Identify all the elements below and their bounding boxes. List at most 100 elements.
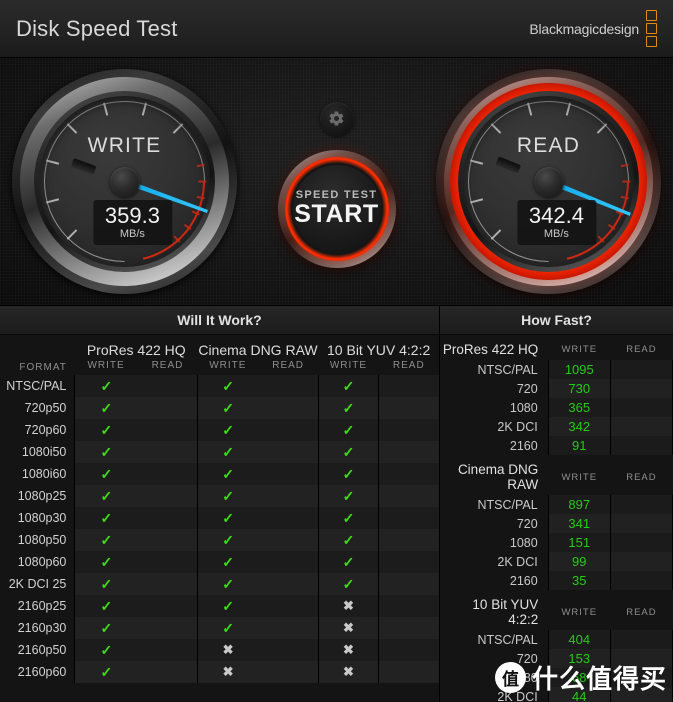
table-row: NTSC/PAL 404 [440,630,673,649]
support-cell: ✓ [74,617,138,639]
support-cell: ✓ [317,463,379,485]
codec-header-prores: ProRes 422 HQ [86,342,186,358]
support-cell [137,419,198,441]
support-cell: ✓ [197,617,258,639]
format-label: 2K DCI 25 [8,577,67,591]
support-cell [257,441,319,463]
support-cell: ✓ [197,397,258,419]
table-row: 2160p50 ✓ ✖ ✖ [0,639,439,661]
write-speed-value: 99 [547,552,611,571]
support-cell: ✓ [197,441,258,463]
format-label: 1080p30 [17,511,67,525]
format-label: 1080p50 [17,533,67,547]
support-cell: ✓ [74,595,138,617]
read-gauge-hub [533,166,564,197]
will-it-work-panel: Will It Work? ProRes 422 HQ Cinema DNG R… [0,306,440,702]
support-cell [137,529,198,551]
support-cell [137,463,198,485]
support-cell: ✓ [74,507,138,529]
support-cell: ✓ [317,419,379,441]
format-label: NTSC/PAL [477,497,538,512]
read-speed-value [609,379,673,398]
support-cell [257,463,319,485]
section-subheader-read: READ [626,606,657,618]
format-label: 720p60 [24,423,67,437]
support-cell [378,529,439,551]
speed-test-start-button[interactable]: SPEED TEST START [277,149,396,268]
read-speed-value [609,687,673,702]
support-cell: ✓ [317,375,379,397]
will-it-work-table: ProRes 422 HQ Cinema DNG RAW 10 Bit YUV … [0,335,439,683]
settings-gear-button[interactable] [319,101,354,136]
format-label: NTSC/PAL [477,362,538,377]
will-it-work-body: NTSC/PAL ✓ ✓ ✓ 720p50 ✓ ✓ ✓ 720p60 ✓ ✓ ✓ 1080i50 ✓ ✓ ✓ 1… [0,375,439,683]
support-cell [257,375,319,397]
table-row: 720p50 ✓ ✓ ✓ [0,397,439,419]
format-label: 720 [516,516,538,531]
support-cell [257,507,319,529]
section-subheader-read: READ [626,471,657,483]
support-cell [378,639,439,661]
section-codec-label: 10 Bit YUV 4:2:2 [472,597,539,627]
format-label: 1080i60 [21,467,67,481]
will-it-work-header: ProRes 422 HQ Cinema DNG RAW 10 Bit YUV … [0,335,439,375]
support-cell [378,397,439,419]
support-cell: ✓ [74,639,138,661]
read-gauge-label: READ [516,134,581,158]
blackmagic-logo-icon [646,10,657,47]
support-cell [257,485,319,507]
section-codec-label: Cinema DNG RAW [457,462,539,492]
write-speed-value: 342 [547,417,611,436]
table-row: 1080i50 ✓ ✓ ✓ [0,441,439,463]
support-cell [137,573,198,595]
format-label: 1080i50 [21,445,67,459]
support-cell: ✓ [74,441,138,463]
write-gauge-label: WRITE [87,134,162,158]
start-button-label: START [294,199,379,228]
table-row: 2160 91 [440,436,673,455]
support-cell: ✓ [317,485,379,507]
write-gauge: WRITE 359.3 MB/s [12,69,237,294]
format-label: 2160p30 [17,621,67,635]
disk-speed-test-window: Disk Speed Test Blackmagicdesign WRITE 3… [0,0,673,702]
support-cell [257,529,319,551]
start-button-inner: SPEED TEST START [292,164,381,253]
support-cell [378,463,439,485]
write-speed-value: 341 [547,514,611,533]
read-speed-value [609,649,673,668]
read-speed-value [609,360,673,379]
format-label: NTSC/PAL [6,379,67,393]
how-fast-panel: How Fast? ProRes 422 HQ WRITE READ NTSC/PAL… [440,306,673,702]
format-label: 2K DCI [497,689,538,702]
support-cell: ✓ [317,551,379,573]
table-row: 2K DCI 25 ✓ ✓ ✓ [0,573,439,595]
how-fast-section-header: ProRes 422 HQ WRITE READ [440,335,673,360]
table-row: 720 341 [440,514,673,533]
read-speed-value [609,514,673,533]
support-cell: ✓ [197,419,258,441]
support-cell [378,507,439,529]
read-speed-value [609,552,673,571]
support-cell [378,617,439,639]
support-cell [137,507,198,529]
format-column-label: FORMAT [19,362,67,373]
format-label: 1080 [509,400,538,415]
support-cell: ✓ [74,419,138,441]
support-cell [257,573,319,595]
support-cell: ✖ [317,617,379,639]
support-cell: ✓ [74,573,138,595]
subheader-yuv-read: READ [392,360,425,371]
table-row: 1080p60 ✓ ✓ ✓ [0,551,439,573]
table-row: NTSC/PAL 1095 [440,360,673,379]
app-header: Disk Speed Test Blackmagicdesign [0,0,673,58]
support-cell: ✓ [74,397,138,419]
how-fast-section-header: 10 Bit YUV 4:2:2 WRITE READ [440,590,673,630]
support-cell: ✓ [197,551,258,573]
will-it-work-title: Will It Work? [0,306,439,335]
start-button-caption: SPEED TEST [295,188,378,201]
support-cell: ✓ [317,507,379,529]
section-codec-label: ProRes 422 HQ [442,342,539,357]
write-speed-value: 365 [547,398,611,417]
table-row: NTSC/PAL ✓ ✓ ✓ [0,375,439,397]
table-row: 1080p25 ✓ ✓ ✓ [0,485,439,507]
